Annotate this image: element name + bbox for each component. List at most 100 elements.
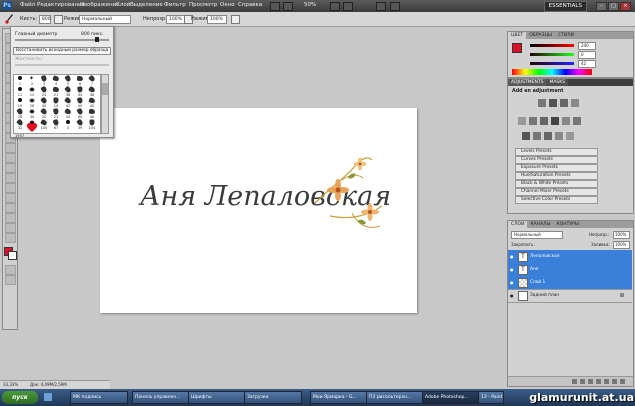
- blend-mode-select[interactable]: Нормальный: [511, 231, 563, 239]
- brush-tip-blot[interactable]: 104: [86, 119, 98, 130]
- brush-tip-blot[interactable]: 44: [74, 86, 86, 97]
- adjustment-layer-icon[interactable]: [596, 379, 601, 384]
- taskbar-item[interactable]: Загрузка: [244, 391, 302, 404]
- menu-filter[interactable]: Фильтр: [164, 2, 186, 8]
- delete-layer-icon[interactable]: [620, 379, 625, 384]
- posterize-icon[interactable]: [533, 132, 541, 140]
- menu-help[interactable]: Справка: [238, 2, 262, 8]
- brush-tip-blot[interactable]: 40: [86, 108, 98, 119]
- menu-view[interactable]: Просмотр: [189, 2, 217, 8]
- brush-tip-blot[interactable]: 20: [38, 107, 50, 119]
- preset-selective-color[interactable]: Selective Color Presets: [515, 196, 598, 204]
- photoshop-logo-icon[interactable]: Ps: [2, 1, 12, 10]
- brush-tip-blot[interactable]: 21: [50, 108, 62, 119]
- brush-tip-blot[interactable]: 67: [50, 118, 62, 130]
- screen-mode-icon[interactable]: [390, 2, 400, 11]
- brush-tip-blot[interactable]: 7: [86, 74, 98, 86]
- preset-black-white[interactable]: Black & White Presets: [515, 180, 598, 188]
- hardness-slider[interactable]: [15, 64, 109, 66]
- tab-swatches[interactable]: ОБРАЗЦЫ: [526, 32, 555, 39]
- layer-row[interactable]: ● T Лепаловская: [508, 250, 632, 264]
- layer-row[interactable]: ● Слой 1: [508, 276, 632, 290]
- screen-mode-button-icon[interactable]: [5, 275, 16, 285]
- layer-opacity-input[interactable]: 100%: [613, 231, 630, 239]
- green-slider[interactable]: [530, 53, 574, 56]
- menu-file[interactable]: Файл: [20, 2, 35, 8]
- brush-tip-blot[interactable]: 6: [74, 75, 86, 86]
- bridge-icon[interactable]: [270, 2, 280, 11]
- curves-icon[interactable]: [560, 99, 568, 107]
- brush-tip-blot[interactable]: 44: [62, 107, 74, 119]
- selective-color-icon[interactable]: [566, 132, 574, 140]
- taskbar-item-active[interactable]: Adobe Photoshop...: [422, 391, 480, 404]
- black-white-icon[interactable]: [551, 117, 559, 125]
- hand-tool-icon[interactable]: [330, 2, 340, 11]
- threshold-icon[interactable]: [544, 132, 552, 140]
- red-slider[interactable]: [530, 44, 574, 47]
- brush-tip-blot[interactable]: 16: [14, 107, 26, 119]
- airbrush-icon[interactable]: [231, 15, 240, 24]
- visibility-eye-icon[interactable]: ●: [510, 254, 515, 259]
- brush-tip-blot[interactable]: 60: [74, 107, 86, 119]
- channel-mixer-icon[interactable]: [573, 117, 581, 125]
- type-tool-icon[interactable]: [5, 183, 16, 193]
- tab-color[interactable]: ЦВЕТ: [508, 32, 527, 39]
- blur-tool-icon[interactable]: [5, 153, 16, 163]
- brush-tip-blot[interactable]: 40: [38, 96, 50, 108]
- layer-name[interactable]: Лепаловская: [530, 254, 559, 259]
- background-color-swatch[interactable]: [8, 251, 17, 260]
- vibrance-icon[interactable]: [518, 117, 526, 125]
- brush-tip-blot[interactable]: 38: [62, 85, 74, 97]
- taskbar-item[interactable]: Панель управлен...: [132, 391, 190, 404]
- close-button[interactable]: ×: [620, 2, 631, 11]
- preset-curves[interactable]: Curves Presets: [515, 156, 598, 164]
- photo-filter-icon[interactable]: [562, 117, 570, 125]
- arrange-documents-icon[interactable]: [376, 2, 386, 11]
- workspace-switcher[interactable]: ESSENTIALS: [543, 1, 587, 12]
- zoom-level[interactable]: 50%: [304, 2, 316, 8]
- visibility-eye-icon[interactable]: ●: [510, 267, 515, 272]
- brush-tip-blot[interactable]: 24: [38, 85, 50, 97]
- shape-tool-icon[interactable]: [5, 203, 16, 213]
- tab-layers[interactable]: СЛОИ: [508, 221, 528, 228]
- mini-bridge-icon[interactable]: [283, 2, 293, 11]
- dodge-tool-icon[interactable]: [5, 163, 16, 173]
- color-spectrum-bar[interactable]: [512, 69, 592, 75]
- taskbar-item[interactable]: 13 - Paint: [478, 391, 504, 404]
- brush-tip-dot[interactable]: 1: [14, 75, 26, 86]
- minimize-button[interactable]: –: [596, 2, 607, 11]
- layer-row[interactable]: ● Задний план: [508, 289, 632, 303]
- add-mask-icon[interactable]: [588, 379, 593, 384]
- opacity-input[interactable]: 100%: [166, 15, 186, 24]
- taskbar-item[interactable]: МК подпись: [70, 391, 128, 404]
- 3d-tool-icon[interactable]: [5, 213, 16, 223]
- visibility-eye-icon[interactable]: ●: [510, 280, 515, 285]
- brush-tip-round[interactable]: 28: [26, 97, 38, 108]
- preset-channel-mixer[interactable]: Channel Mixer Presets: [515, 188, 598, 196]
- tab-adjustments[interactable]: ADJUSTMENTS: [508, 79, 547, 86]
- preset-hue-saturation[interactable]: Hue/Saturation Presets: [515, 172, 598, 180]
- diameter-value[interactable]: 800 пикс.: [81, 32, 104, 37]
- brush-tip-blot[interactable]: 4: [50, 75, 62, 86]
- menu-select[interactable]: Выделение: [130, 2, 163, 8]
- diameter-slider[interactable]: [15, 37, 109, 42]
- zoom-tool-button-icon[interactable]: [5, 233, 16, 243]
- hand-tool-button-icon[interactable]: [5, 223, 16, 233]
- color-foreground-swatch[interactable]: [512, 43, 522, 53]
- blue-value[interactable]: 42: [578, 60, 596, 68]
- gradient-map-icon[interactable]: [555, 132, 563, 140]
- color-balance-icon[interactable]: [540, 117, 548, 125]
- brush-preset-picker[interactable]: 800: [39, 15, 51, 24]
- brush-tip-blot[interactable]: 46: [86, 85, 98, 97]
- tab-styles[interactable]: СТИЛИ: [555, 32, 577, 39]
- red-value[interactable]: 240: [578, 42, 596, 50]
- gradient-tool-icon[interactable]: [5, 143, 16, 153]
- quicklaunch-icon[interactable]: [44, 393, 52, 401]
- brush-grid-scroll-thumb[interactable]: [102, 83, 108, 95]
- brush-panel-toggle-icon[interactable]: [54, 15, 63, 24]
- brush-tip-round[interactable]: 12: [26, 86, 38, 97]
- preset-levels[interactable]: Levels Presets: [515, 148, 598, 156]
- path-select-tool-icon[interactable]: [5, 193, 16, 203]
- menu-window[interactable]: Окно: [220, 2, 235, 8]
- brush-tip-blot[interactable]: 32: [14, 118, 26, 130]
